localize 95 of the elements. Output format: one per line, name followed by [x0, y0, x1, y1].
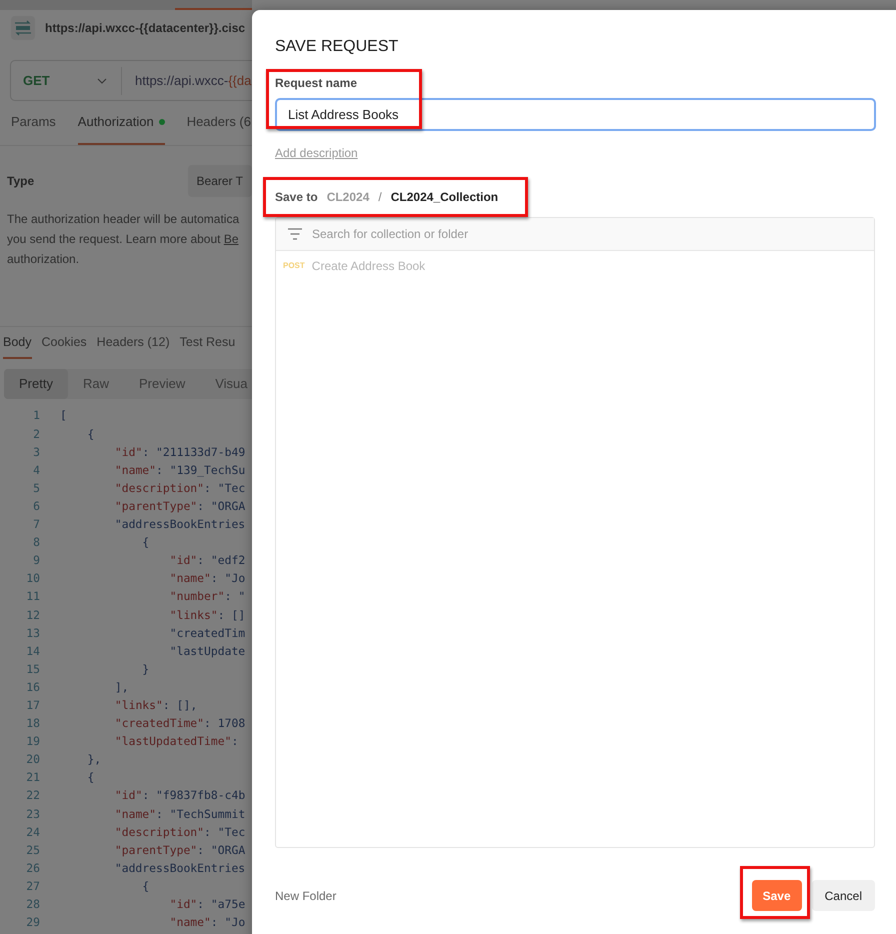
response-tab[interactable]: Body: [3, 327, 32, 359]
chevron-down-icon: [97, 78, 107, 84]
line-number: 2: [32, 426, 40, 443]
code-line: "parentType": "ORGA: [114, 842, 246, 859]
line-number: 12: [25, 606, 40, 624]
line-number: 24: [25, 824, 40, 841]
line-number: 18: [25, 715, 40, 732]
code-line: [: [60, 407, 67, 424]
format-tab[interactable]: Visua: [200, 369, 252, 399]
code-line: "addressBookEntries: [114, 860, 246, 877]
code-line: "createdTim: [168, 624, 246, 642]
new-folder-button[interactable]: New Folder: [275, 886, 336, 904]
code-line: },: [86, 751, 102, 768]
code-line: "links": [],: [114, 696, 198, 714]
line-number: 28: [25, 896, 40, 914]
code-line: "id": "f9837fb8-c4b: [114, 787, 246, 804]
code-line: "name": "Jo: [168, 570, 246, 588]
code-line: "addressBookEntries: [114, 516, 246, 534]
code-line: "id": "211133d7-b49: [114, 444, 246, 461]
line-number: 10: [25, 570, 40, 588]
response-tab[interactable]: Cookies: [42, 327, 87, 359]
line-number: 20: [25, 751, 40, 768]
line-number: 19: [25, 733, 40, 750]
request-item[interactable]: POST Create Address Book: [276, 251, 874, 281]
filter-icon: [288, 228, 302, 240]
format-tab[interactable]: Raw: [68, 369, 124, 399]
code-line: }: [141, 660, 150, 678]
line-number: 15: [25, 660, 40, 678]
code-line: "createdTime": 1708: [114, 715, 246, 732]
code-line: "description": "Tec: [114, 824, 246, 841]
code-line: {: [141, 534, 150, 552]
request-title: https://api.wxcc-{{datacenter}}.cisc: [45, 20, 246, 37]
breadcrumb[interactable]: CL2024: [326, 188, 370, 206]
code-line: "lastUpdatedTime":: [114, 733, 238, 750]
line-number: 3: [32, 444, 40, 461]
code-line: "description": "Tec: [114, 480, 246, 497]
format-tab[interactable]: Pretty: [4, 369, 68, 399]
line-number: 9: [32, 552, 40, 570]
code-line: {: [86, 426, 94, 443]
cancel-button[interactable]: Cancel: [812, 880, 875, 911]
code-line: ],: [114, 678, 129, 696]
method-select[interactable]: GET: [11, 66, 122, 94]
line-number: 26: [25, 860, 40, 877]
line-number: 14: [25, 642, 40, 660]
response-tab[interactable]: Headers (12): [96, 327, 170, 359]
code-line: "name": "139_TechSu: [114, 462, 246, 479]
request-tab[interactable]: Params: [11, 101, 56, 145]
line-number: 8: [32, 534, 40, 552]
format-tab[interactable]: Preview: [124, 369, 200, 399]
line-number: 27: [25, 878, 40, 895]
highlight-frame: [740, 866, 810, 919]
code-line: {: [141, 878, 150, 895]
line-number: 17: [25, 696, 40, 714]
http-icon: [11, 16, 35, 40]
line-number: 7: [32, 516, 40, 534]
code-line: "lastUpdate: [168, 642, 246, 660]
line-number: 6: [32, 498, 40, 515]
line-number: 25: [25, 842, 40, 859]
path-separator: /: [378, 189, 382, 206]
line-number: 11: [25, 588, 40, 606]
dialog-title: SAVE REQUEST: [275, 37, 398, 57]
field-label: Request name: [275, 75, 358, 92]
code-line: "name": "TechSummit: [114, 806, 246, 823]
request-tab[interactable]: Authorization: [78, 101, 165, 145]
help-link[interactable]: Be: [224, 232, 238, 246]
line-number: 29: [25, 914, 40, 932]
request-item-name: Create Address Book: [312, 258, 426, 275]
response-tab[interactable]: Test Resu: [180, 327, 236, 359]
auth-help-text: The authorization header will be automatica you send the request. Learn more about Be authorization.: [6, 211, 240, 268]
breadcrumb[interactable]: CL2024_Collection: [390, 188, 498, 206]
line-number: 13: [25, 624, 40, 642]
line-number: 23: [25, 806, 40, 823]
line-number: 1: [32, 407, 40, 424]
save-button[interactable]: Save: [752, 880, 802, 911]
save-to-label: Save to: [275, 189, 318, 206]
request-name-field[interactable]: List Address Books: [275, 98, 876, 131]
code-line: "id": "edf2: [168, 552, 246, 570]
type-select[interactable]: Bearer T: [188, 165, 252, 197]
code-line: "number": ": [168, 588, 246, 606]
method-label: POST: [283, 260, 305, 272]
collection-search-field[interactable]: Search for collection or folder: [276, 218, 874, 251]
code-line: "links": []: [168, 606, 246, 624]
line-number: 5: [32, 480, 40, 497]
url-field[interactable]: https://api.wxcc-{{da: [122, 70, 252, 90]
line-number: 22: [25, 787, 40, 804]
line-number: 16: [25, 678, 40, 696]
code-line: {: [86, 769, 94, 786]
request-tab[interactable]: Headers (6: [186, 101, 251, 145]
code-line: "name": "Jo: [168, 914, 246, 932]
type-label: Type: [7, 173, 36, 190]
line-number: 21: [25, 769, 40, 786]
add-description-link[interactable]: Add description: [275, 144, 358, 162]
code-line: "id": "a75e: [168, 896, 246, 914]
code-line: "parentType": "ORGA: [114, 498, 246, 515]
line-number: 4: [32, 462, 40, 479]
